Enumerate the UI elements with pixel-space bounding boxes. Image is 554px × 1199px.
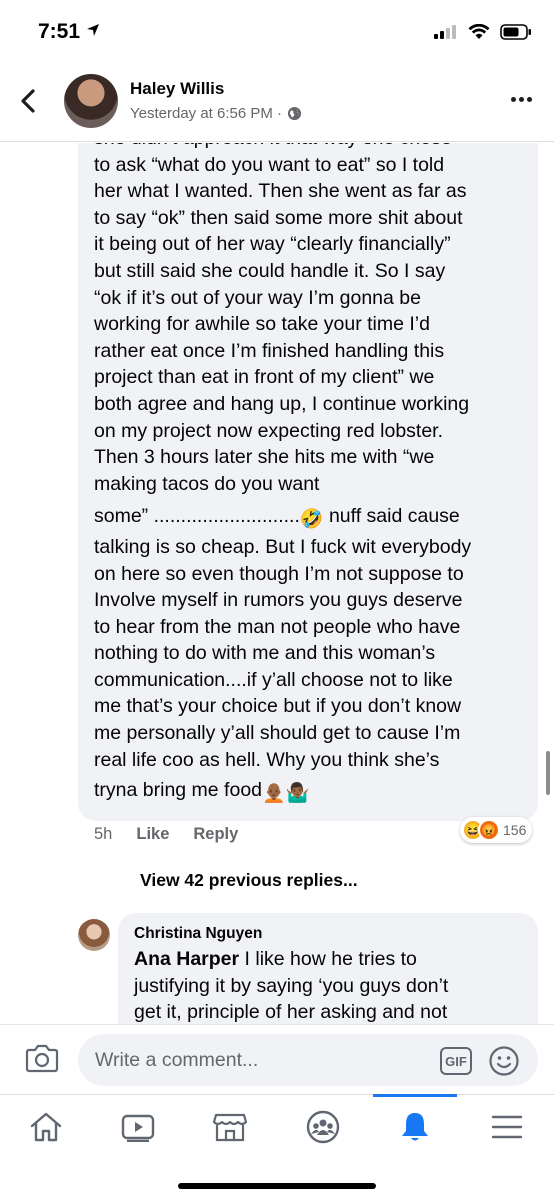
- signal-icon: [434, 25, 456, 39]
- mention-link[interactable]: Ana Harper: [134, 948, 239, 970]
- reaction-count: 156: [503, 822, 527, 838]
- more-options-button[interactable]: [511, 97, 532, 102]
- comment-time: 5h: [94, 825, 113, 843]
- view-previous-replies[interactable]: View 42 previous replies...: [140, 870, 358, 891]
- camera-icon: [25, 1044, 59, 1073]
- comment-line-part: some” ...........................: [94, 505, 300, 528]
- comment-line: it being out of her way “clearly financi…: [94, 233, 451, 256]
- reactions-summary[interactable]: 😆 😡 156: [460, 817, 533, 843]
- person-emoji: 🧑🏾‍🦲: [262, 783, 286, 805]
- comment-line: rather eat once I’m finished handling th…: [94, 339, 445, 362]
- more-icon: [519, 97, 524, 102]
- marketplace-icon: [213, 1113, 247, 1142]
- angry-reaction-icon: 😡: [478, 819, 500, 841]
- location-arrow-icon: [86, 24, 99, 36]
- comment-line: both agree and hang up, I continue worki…: [94, 392, 470, 415]
- gif-button[interactable]: GIF: [440, 1047, 472, 1075]
- comment-line: project than eat in front of my client” …: [94, 366, 435, 389]
- comment-line: to ask “what do you want to eat” so I to…: [94, 153, 445, 176]
- avatar[interactable]: [78, 919, 110, 951]
- comment-line: Then 3 hours later she hits me with “we: [94, 446, 435, 469]
- comment-line: talking is so cheap. But I fuck wit ever…: [94, 535, 472, 558]
- home-icon: [30, 1112, 62, 1142]
- comment-line: me that’s your choice but if you don’t k…: [94, 695, 462, 718]
- smiley-icon: [489, 1046, 519, 1076]
- tab-marketplace[interactable]: [200, 1107, 260, 1147]
- comment-line-part: tryna bring me food: [94, 779, 263, 802]
- timestamp-text: Yesterday at 6:56 PM ·: [130, 105, 283, 122]
- reply-button[interactable]: Reply: [193, 825, 238, 844]
- tab-home[interactable]: [16, 1107, 76, 1147]
- status-bar: 7:51: [0, 0, 554, 62]
- emoji-button[interactable]: [488, 1045, 520, 1082]
- groups-icon: [306, 1110, 340, 1144]
- tab-notifications[interactable]: [385, 1107, 445, 1147]
- chevron-left-icon: [21, 89, 35, 113]
- comment-line: to hear from the man not people who have: [94, 615, 461, 638]
- menu-icon: [491, 1115, 523, 1139]
- comment-line: making tacos do you want: [94, 472, 320, 495]
- globe-icon: [287, 106, 302, 121]
- comment-line: her what I wanted. Then she went as far …: [94, 180, 467, 203]
- poster-name[interactable]: Haley Willis: [130, 79, 224, 99]
- tab-groups[interactable]: [293, 1107, 353, 1147]
- more-icon: [511, 97, 516, 102]
- comments-thread[interactable]: she didn’t approach it that way she chos…: [0, 143, 554, 1024]
- comment-line: she didn’t approach it that way she chos…: [94, 143, 534, 152]
- reply-line: justifying it by saying ‘you guys don’t: [134, 974, 449, 997]
- comment-text: she didn’t approach it that way she chos…: [94, 143, 534, 808]
- home-indicator: [178, 1183, 376, 1189]
- status-time: 7:51: [38, 20, 100, 44]
- avatar[interactable]: [64, 74, 118, 128]
- tab-menu[interactable]: [477, 1107, 537, 1147]
- shrug-emoji: 🤷🏾‍♂️: [285, 783, 310, 805]
- tab-watch[interactable]: [108, 1107, 168, 1147]
- comment-line: on here so even though I’m not suppose t…: [94, 562, 464, 585]
- wifi-icon: [468, 24, 490, 39]
- like-button[interactable]: Like: [136, 825, 169, 844]
- comment-line: to say “ok” then said some more shit abo…: [94, 206, 463, 229]
- reply-line: Ana Harper I like how he tries to: [134, 946, 524, 973]
- battery-icon: [500, 24, 531, 40]
- comment-actions: 5h Like Reply: [94, 825, 238, 844]
- reply-author[interactable]: Christina Nguyen: [134, 925, 262, 943]
- comment-line: communication....if y’all choose not to …: [94, 668, 453, 691]
- status-icons: [434, 24, 532, 40]
- comment-line: but still said she could handle it. So I…: [94, 259, 446, 282]
- reply-line-part: I like how he tries to: [239, 948, 417, 970]
- comment-line: “ok if it’s out of your way I’m gonna be: [94, 286, 421, 309]
- comment-line: real life coo as hell. Why you think she…: [94, 748, 440, 771]
- comment-line-part: nuff said cause: [323, 505, 460, 528]
- scrollbar[interactable]: [546, 751, 550, 795]
- comment-line: me personally y’all should get to cause …: [94, 722, 461, 745]
- comment-line: some” ...........................🤣 nuff …: [94, 503, 534, 534]
- back-button[interactable]: [20, 88, 36, 119]
- bell-icon: [402, 1113, 428, 1141]
- reply-text: Ana Harper I like how he tries to justif…: [134, 946, 524, 1024]
- video-icon: [121, 1114, 155, 1142]
- active-tab-indicator: [373, 1094, 457, 1097]
- reply-line: get it, principle of her asking and not: [134, 1001, 448, 1024]
- rofl-emoji: 🤣: [299, 509, 324, 531]
- comment-line: tryna bring me food🧑🏾‍🦲🤷🏾‍♂️: [94, 777, 534, 808]
- camera-button[interactable]: [25, 1043, 59, 1078]
- more-icon: [527, 97, 532, 102]
- post-timestamp: Yesterday at 6:56 PM ·: [130, 105, 302, 122]
- comment-line: working for awhile so take your time I’d: [94, 313, 430, 336]
- comment-composer: GIF: [0, 1024, 554, 1094]
- comment-line: Involve myself in rumors you guys deserv…: [94, 589, 463, 612]
- comment-line: nothing to do with me and this woman’s: [94, 642, 436, 665]
- comment-line: on my project now expecting red lobster.: [94, 419, 444, 442]
- clock: 7:51: [38, 20, 81, 43]
- post-header: Haley Willis Yesterday at 6:56 PM ·: [0, 62, 554, 142]
- bottom-tab-bar: [0, 1094, 554, 1199]
